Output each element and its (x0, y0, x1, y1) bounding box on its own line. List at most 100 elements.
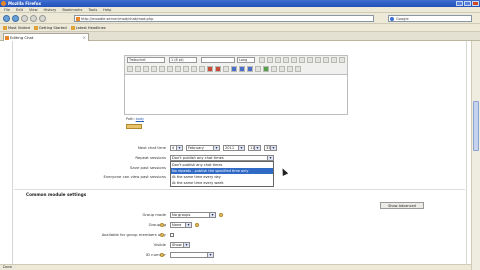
outdent-icon[interactable] (191, 66, 197, 72)
available-group-members-checkbox[interactable] (170, 233, 174, 237)
editor-path: Path: body (126, 117, 144, 121)
underline-icon[interactable] (275, 57, 281, 63)
search-placeholder: Google (396, 17, 409, 21)
back-icon[interactable] (3, 15, 10, 22)
unordered-list-icon[interactable] (183, 66, 189, 72)
menu-file[interactable]: File (4, 7, 10, 12)
vertical-scrollbar[interactable] (471, 41, 480, 270)
bookmark-icon (3, 25, 7, 30)
superscript-icon[interactable] (299, 57, 305, 63)
group-mode-select[interactable]: No groups (170, 212, 216, 218)
scrollbar-thumb[interactable] (473, 101, 479, 151)
status-text: Done (3, 265, 12, 269)
redo-icon[interactable] (323, 57, 329, 63)
repeat-sessions-dropdown: Don't publish any chat times No repeats … (170, 161, 274, 187)
menu-tools[interactable]: Tools (88, 7, 97, 12)
bookmark-label: Most Visited (8, 25, 30, 30)
undo-icon[interactable] (315, 57, 321, 63)
menu-bookmarks[interactable]: Bookmarks (62, 7, 82, 12)
align-left-icon[interactable] (127, 66, 133, 72)
minimize-icon[interactable] (456, 1, 463, 6)
table-icon[interactable] (271, 66, 277, 72)
align-center-icon[interactable] (135, 66, 141, 72)
menu-history[interactable]: History (44, 7, 57, 12)
paragraph-select[interactable] (201, 57, 235, 63)
bookmark-getting-started[interactable]: Getting Started (33, 25, 67, 30)
special-char-icon[interactable] (287, 66, 293, 72)
introduction-editor[interactable] (124, 75, 348, 115)
bookmark-latest-headlines[interactable]: Latest Headlines (70, 25, 106, 30)
tab-editing-chat[interactable]: Editing Chat × (3, 33, 89, 41)
font-family-select[interactable]: Trebuchet (127, 57, 165, 63)
bookmarks-toolbar: Most Visited Getting Started Latest Head… (0, 24, 480, 32)
rtl-icon[interactable] (167, 66, 173, 72)
firefox-icon (1, 1, 6, 6)
show-advanced-button[interactable]: Show Advanced (380, 202, 424, 209)
smiley-icon[interactable] (279, 66, 285, 72)
forward-icon[interactable] (12, 15, 19, 22)
stop-icon[interactable] (30, 15, 37, 22)
align-right-icon[interactable] (143, 66, 149, 72)
background-color-icon[interactable] (215, 66, 221, 72)
subscript-icon[interactable] (291, 57, 297, 63)
repeat-sessions-label: Repeat sessions (135, 155, 166, 160)
status-bar: Done (0, 264, 471, 270)
ordered-list-icon[interactable] (175, 66, 181, 72)
next-chat-time-label: Next chat time (137, 145, 166, 150)
strikethrough-icon[interactable] (283, 57, 289, 63)
bookmark-icon (33, 25, 38, 30)
anchor-icon[interactable] (231, 66, 237, 72)
google-icon (390, 17, 394, 21)
horizontal-rule-icon[interactable] (223, 66, 229, 72)
font-size-select[interactable]: 1 (8 pt) (169, 57, 197, 63)
home-icon[interactable] (39, 15, 46, 22)
group-mode-help-icon[interactable] (219, 213, 223, 217)
help-icon[interactable] (126, 124, 142, 129)
close-icon[interactable] (472, 1, 479, 6)
search-input[interactable]: Google (388, 15, 472, 22)
grouping-info-icon[interactable] (195, 223, 199, 227)
layout-buttons-row (127, 66, 301, 72)
id-number-help-icon[interactable] (160, 253, 164, 257)
image-icon[interactable] (263, 66, 269, 72)
link-icon[interactable] (239, 66, 245, 72)
bold-icon[interactable] (259, 57, 265, 63)
available-help-icon[interactable] (160, 233, 164, 237)
language-select[interactable]: Lang (237, 57, 255, 63)
address-bar[interactable]: http://moodle.server/mod/chat/mod.php (74, 15, 374, 22)
visible-select[interactable]: Show (170, 242, 190, 248)
bookmark-label: Getting Started (38, 25, 67, 30)
option-every-week[interactable]: At the same time every week (171, 180, 273, 186)
path-body-link[interactable]: body (136, 117, 144, 121)
year-select[interactable]: 2011 (223, 145, 245, 151)
hour-select[interactable]: 11 (248, 145, 261, 151)
fullscreen-icon[interactable] (339, 57, 345, 63)
text-color-icon[interactable] (207, 66, 213, 72)
minute-select[interactable]: 33 (264, 145, 277, 151)
nolink-icon[interactable] (255, 66, 261, 72)
unlink-icon[interactable] (247, 66, 253, 72)
day-select[interactable]: 4 (170, 145, 183, 151)
month-select[interactable]: February (186, 145, 220, 151)
site-favicon-icon (76, 17, 80, 21)
html-source-icon[interactable] (331, 57, 337, 63)
tab-bar: Editing Chat × (0, 32, 480, 41)
id-number-field[interactable] (170, 252, 214, 258)
italic-icon[interactable] (267, 57, 273, 63)
menu-view[interactable]: View (29, 7, 38, 12)
window-titlebar: Mozilla Firefox (0, 0, 480, 7)
clean-icon[interactable] (307, 57, 313, 63)
grouping-help-icon[interactable] (160, 223, 164, 227)
search-replace-icon[interactable] (295, 66, 301, 72)
indent-icon[interactable] (199, 66, 205, 72)
address-text: http://moodle.server/mod/chat/mod.php (81, 17, 154, 21)
tab-close-icon[interactable]: × (83, 34, 86, 41)
grouping-select[interactable]: None (170, 222, 192, 228)
ltr-icon[interactable] (159, 66, 165, 72)
bookmark-most-visited[interactable]: Most Visited (3, 25, 30, 30)
justify-icon[interactable] (151, 66, 157, 72)
maximize-icon[interactable] (464, 1, 471, 6)
menu-help[interactable]: Help (103, 7, 111, 12)
reload-icon[interactable] (21, 15, 28, 22)
menu-edit[interactable]: Edit (16, 7, 23, 12)
